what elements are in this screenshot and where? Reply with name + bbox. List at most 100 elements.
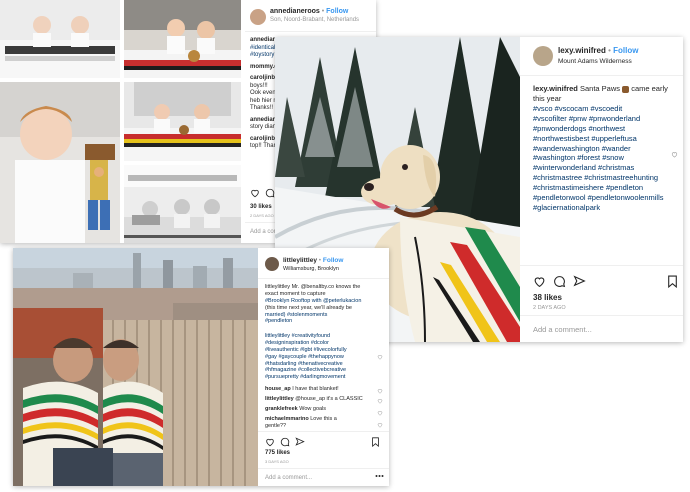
caption-line: (this time next year, we'll already be (265, 304, 352, 311)
divider (520, 75, 683, 76)
hashtag-line[interactable]: #pursuepretty #darlingmovement (265, 374, 347, 381)
divider (520, 265, 683, 266)
heart-icon[interactable] (533, 275, 546, 288)
caption-line[interactable]: #pendleton (265, 318, 361, 325)
divider (245, 31, 376, 32)
divider (258, 431, 389, 432)
caption-line: littleylittley Mr. @benaltby.co knows th… (265, 284, 361, 290)
post2-add-comment[interactable]: Add a comment... (533, 325, 592, 334)
comment-user[interactable]: house_ap (265, 386, 291, 392)
post3-follow-button[interactable]: Follow (323, 257, 344, 264)
hashtag-line[interactable]: littleylittley #creativityfound (265, 333, 347, 340)
heart-icon[interactable] (377, 398, 383, 404)
divider (258, 468, 389, 469)
divider (520, 315, 683, 316)
photo-couple-rooftop[interactable] (13, 248, 258, 486)
post1-username[interactable]: annedianeroos (270, 8, 320, 15)
hashtag-line[interactable]: #vscofilter #pnw #pnwonderland (533, 114, 664, 124)
post2-caption: lexy.winifred Santa Paws came early this… (533, 84, 678, 104)
post-card-rooftop: littleylittley • Follow Williamsburg, Br… (13, 248, 389, 486)
photo-baby-toy[interactable] (0, 82, 120, 243)
photo-twins-window[interactable] (124, 82, 241, 161)
post3-caption: littleylittley Mr. @benaltby.co knows th… (265, 284, 361, 325)
divider (258, 278, 389, 279)
photo-twins-blanket-red[interactable] (124, 0, 241, 78)
post2-follow-button[interactable]: Follow (613, 46, 638, 55)
comment-user[interactable]: michaelmmarino (265, 416, 309, 422)
avatar-littleylittley[interactable] (265, 257, 279, 271)
comment-text: Love this a (310, 415, 337, 422)
hashtag-line[interactable]: #vsco #vscocam #vscoedit (533, 104, 664, 114)
post2-likes[interactable]: 38 likes (533, 293, 562, 302)
post2-location[interactable]: Mount Adams Wilderness (558, 58, 632, 65)
avatar-lexy-winifred[interactable] (533, 46, 553, 66)
post1-time: 2 DAYS AGO (250, 213, 274, 218)
heart-icon[interactable] (377, 388, 383, 394)
comment-text: Wow goals (299, 405, 327, 412)
post1-header: annedianeroos • Follow (270, 8, 349, 15)
post1-location[interactable]: Son, Noord-Brabant, Netherlands (270, 17, 359, 23)
heart-icon[interactable] (671, 151, 678, 158)
hashtag-line[interactable]: #washington #forest #snow (533, 153, 664, 163)
heart-icon[interactable] (265, 437, 275, 447)
post1-follow-button[interactable]: Follow (326, 8, 348, 15)
post3-location[interactable]: Williamsburg, Brooklyn (283, 266, 339, 272)
caption-line: exact moment to capture (265, 290, 326, 297)
comment-icon[interactable] (553, 275, 566, 288)
post3-username[interactable]: littleylittley (283, 257, 317, 264)
hashtag-line[interactable]: #gay #gaycouple #thehappynow (265, 354, 347, 361)
hashtag-line[interactable]: #christmastimeishere #pendleton (533, 183, 664, 193)
post3-hashtags: littleylittley #creativityfound #designi… (265, 333, 347, 381)
separator: • (608, 46, 611, 55)
post2-hashtags: #vsco #vscocam #vscoedit #vscofilter #pn… (533, 104, 664, 213)
bookmark-icon[interactable] (371, 437, 380, 447)
hashtag-line[interactable]: #pendletonwool #pendletonwoolenmills (533, 193, 664, 203)
post3-comments: house_ap I have that blanket! littleylit… (265, 386, 363, 429)
photo-twins-bed[interactable] (0, 0, 120, 78)
post2-time: 2 DAYS AGO (533, 305, 566, 311)
comment-text: gentle?? (265, 422, 287, 429)
more-icon[interactable] (375, 474, 384, 478)
bookmark-icon[interactable] (667, 275, 678, 288)
hashtag-line[interactable]: #christmastree #christmastreehunting (533, 173, 664, 183)
hashtag[interactable]: #toystory (250, 52, 274, 58)
share-icon[interactable] (573, 275, 586, 288)
hashtag-line[interactable]: #hfmagazine #collectivebcreative (265, 367, 347, 374)
comment-user[interactable]: littleylittley (265, 396, 294, 402)
caption-line[interactable]: #Brooklyn Rooftop with @peterlukacion (265, 298, 361, 305)
caption-line[interactable]: married) #stolenmoments (265, 312, 361, 319)
post3-header: littleylittley • Follow (283, 257, 343, 264)
comment-text: I have that blanket! (292, 386, 339, 392)
heart-icon[interactable] (377, 354, 383, 360)
hashtag-line[interactable]: #wanderwashington #wander (533, 144, 664, 154)
gift-icon (622, 85, 630, 93)
comment-text: @house_ap it's a CLASSIC (295, 395, 363, 402)
hashtag[interactable]: #identical (250, 45, 275, 51)
hashtag-line[interactable]: #winterwonderland #christmas (533, 163, 664, 173)
share-icon[interactable] (295, 437, 305, 447)
post1-likes[interactable]: 30 likes (250, 204, 272, 210)
hashtag-line[interactable]: #pnwonderdogs #northwest (533, 124, 664, 134)
heart-icon[interactable] (377, 422, 383, 428)
heart-icon[interactable] (377, 410, 383, 416)
comment-user[interactable]: mommy.d (250, 64, 278, 70)
comment-icon[interactable] (280, 437, 290, 447)
separator: • (318, 257, 322, 264)
caption-text: Santa Paws (579, 84, 621, 93)
post3-likes[interactable]: 775 likes (265, 450, 290, 456)
hashtag-line[interactable]: #liveauthentic #lgbt #livecolorfully (265, 347, 347, 354)
post3-add-comment[interactable]: Add a comment... (265, 475, 312, 481)
post2-header: lexy.winifred • Follow (558, 46, 638, 55)
photo-babies-bw[interactable] (124, 165, 241, 243)
hashtag-line[interactable]: #designinspiration #dcolor (265, 340, 347, 347)
post2-username[interactable]: lexy.winifred (558, 46, 606, 55)
comment-icon[interactable] (265, 188, 275, 198)
avatar-annedianeroos[interactable] (250, 9, 266, 25)
comment-user[interactable]: granklefreek (265, 406, 298, 412)
caption-user[interactable]: lexy.winifred (533, 84, 578, 93)
hashtag-line[interactable]: #northwestisbest #upperleftusa (533, 134, 664, 144)
hashtag-line[interactable]: #thatsdarling #thenativecreative (265, 361, 347, 368)
hashtag-line[interactable]: #glaciernationalpark (533, 203, 664, 213)
post3-time: 3 DAYS AGO (265, 459, 289, 464)
heart-icon[interactable] (250, 188, 260, 198)
